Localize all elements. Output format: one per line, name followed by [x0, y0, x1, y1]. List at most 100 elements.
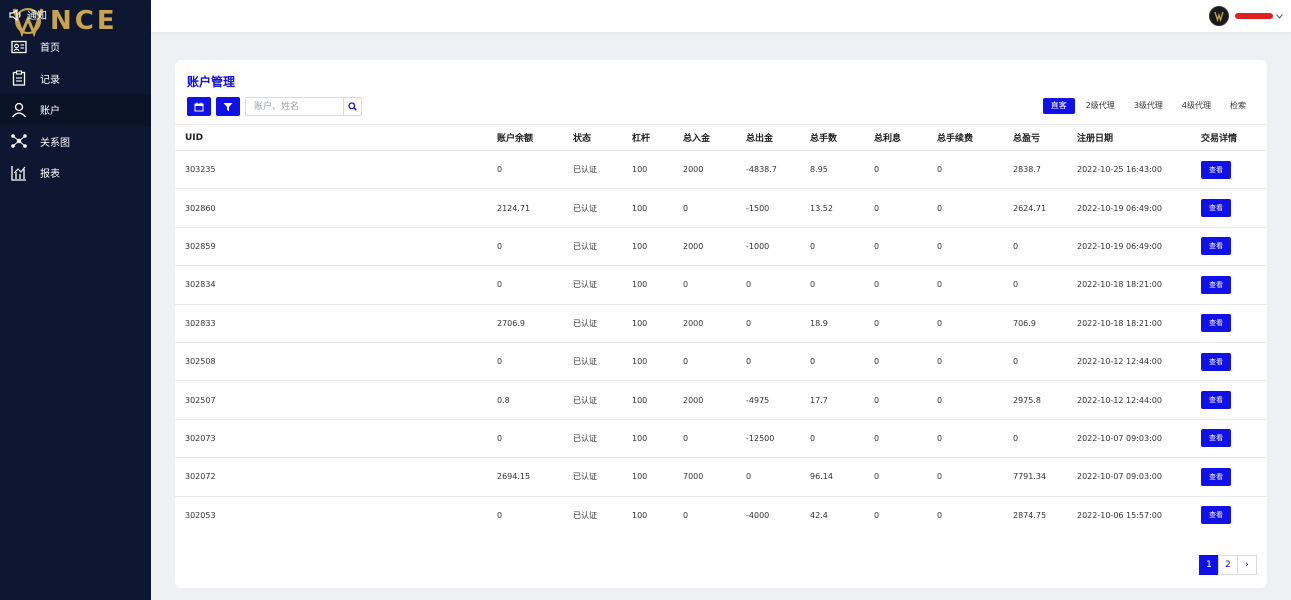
col-deposit: 2000: [683, 241, 704, 251]
calendar-button[interactable]: [187, 97, 211, 116]
header-col-balance: 账户余额: [497, 134, 534, 144]
col-interest: 0: [874, 318, 880, 328]
col-trade-detail: 查看: [1201, 381, 1231, 418]
search-icon: [348, 102, 357, 111]
col-fee: 0: [937, 203, 943, 213]
col-deposit: 7000: [683, 472, 704, 482]
col-lots: 42.4: [810, 510, 828, 520]
col-pnl: 706.9: [1013, 318, 1036, 328]
col-status: 已认证: [573, 280, 597, 290]
header-col-pnl: 总盈亏: [1013, 134, 1041, 144]
sidebar-item-relations[interactable]: 关系图: [0, 126, 151, 158]
col-withdrawal: -1000: [746, 241, 770, 251]
user-menu[interactable]: [1209, 6, 1283, 26]
sidebar-item-reports[interactable]: 报表: [0, 157, 151, 189]
col-balance: 2706.9: [497, 318, 525, 328]
col-balance: 0: [497, 357, 503, 367]
table-row: 302507 0.8 已认证 100 2000 -4975 17.7 0 0 2975.8 2022…: [175, 380, 1267, 418]
user-icon: [10, 101, 28, 119]
col-leverage: 100: [632, 203, 648, 213]
clipboard-icon: [10, 69, 28, 87]
table-row: 302072 2694.15 已认证 100 7000 0 96.14 0 0 7791.34 20…: [175, 457, 1267, 495]
view-details-button[interactable]: 查看: [1201, 314, 1231, 333]
col-deposit: 0: [683, 510, 689, 520]
filter-icon: [223, 102, 233, 111]
tab-search[interactable]: 检索: [1222, 98, 1254, 114]
sidebar-item-label: 首页: [40, 43, 60, 55]
col-interest: 0: [874, 395, 880, 405]
view-details-button[interactable]: 查看: [1201, 199, 1231, 218]
table-row: 303235 0 已认证 100 2000 -4838.7 8.95 0 0 2838.7 2022…: [175, 150, 1267, 188]
col-trade-detail: 查看: [1201, 497, 1231, 534]
top-header: [151, 0, 1291, 32]
col-trade-detail: 查看: [1201, 228, 1231, 265]
col-pnl: 7791.34: [1013, 472, 1047, 482]
col-trade-detail: 查看: [1201, 343, 1231, 380]
col-withdrawal: -12500: [746, 433, 775, 443]
header-col-trade-detail: 交易详情: [1201, 134, 1238, 144]
view-details-button[interactable]: 查看: [1201, 237, 1231, 256]
col-uid: 302053: [185, 510, 216, 520]
col-deposit: 0: [683, 433, 689, 443]
tab-direct-client[interactable]: 直客: [1042, 98, 1075, 114]
view-details-button[interactable]: 查看: [1201, 506, 1231, 525]
notice-button[interactable]: 通知: [9, 7, 47, 22]
chevron-down-icon: [1276, 13, 1283, 19]
next-page-button[interactable]: ›: [1237, 555, 1257, 575]
tab-level-2-agent[interactable]: 2级代理: [1078, 98, 1123, 114]
col-uid: 302860: [185, 203, 216, 213]
col-balance: 2694.15: [497, 472, 531, 482]
view-details-button[interactable]: 查看: [1201, 160, 1231, 179]
page-title: 账户管理: [187, 75, 236, 89]
calendar-icon: [194, 102, 204, 111]
toolbar: [187, 97, 362, 116]
search-input[interactable]: [246, 98, 343, 115]
search-button[interactable]: [343, 98, 361, 115]
col-withdrawal: -1500: [746, 203, 770, 213]
col-reg-date: 2022-10-07 09:03:00: [1077, 472, 1162, 482]
col-reg-date: 2022-10-06 15:57:00: [1077, 510, 1162, 520]
col-balance: 0.8: [497, 395, 510, 405]
view-details-button[interactable]: 查看: [1201, 467, 1231, 486]
col-fee: 0: [937, 165, 943, 175]
id-card-icon: [10, 38, 28, 56]
col-status: 已认证: [573, 433, 597, 443]
col-lots: 0: [810, 357, 816, 367]
table-row: 302860 2124.71 已认证 100 0 -1500 13.52 0 0 2624.71 2…: [175, 188, 1267, 226]
avatar: [1209, 6, 1229, 26]
col-uid: 302073: [185, 433, 216, 443]
view-details-button[interactable]: 查看: [1201, 275, 1231, 294]
filter-button[interactable]: [216, 97, 240, 116]
sidebar-item-home[interactable]: 首页: [0, 31, 151, 63]
col-lots: 0: [810, 280, 816, 290]
tab-level-3-agent[interactable]: 3级代理: [1126, 98, 1171, 114]
tab-level-4-agent[interactable]: 4级代理: [1174, 98, 1219, 114]
avatar-logo-icon: [1214, 11, 1224, 22]
col-balance: 0: [497, 241, 503, 251]
col-leverage: 100: [632, 318, 648, 328]
sidebar-item-records[interactable]: 记录: [0, 63, 151, 95]
col-lots: 13.52: [810, 203, 833, 213]
view-details-button[interactable]: 查看: [1201, 352, 1231, 371]
col-fee: 0: [937, 357, 943, 367]
page-2-button[interactable]: 2: [1218, 555, 1238, 575]
col-deposit: 2000: [683, 318, 704, 328]
col-uid: 303235: [185, 165, 216, 175]
col-status: 已认证: [573, 165, 597, 175]
sidebar-item-account[interactable]: 账户: [0, 94, 151, 126]
col-leverage: 100: [632, 395, 648, 405]
col-withdrawal: -4000: [746, 510, 770, 520]
view-details-button[interactable]: 查看: [1201, 429, 1231, 448]
page-1-button[interactable]: 1: [1199, 555, 1219, 575]
col-balance: 0: [497, 165, 503, 175]
col-deposit: 0: [683, 280, 689, 290]
col-fee: 0: [937, 472, 943, 482]
col-uid: 302072: [185, 472, 216, 482]
col-trade-detail: 查看: [1201, 189, 1231, 226]
col-reg-date: 2022-10-25 16:43:00: [1077, 165, 1162, 175]
col-fee: 0: [937, 241, 943, 251]
view-details-button[interactable]: 查看: [1201, 391, 1231, 410]
table-header-row: UID 账户余额 状态 杠杆 总入金 总出金 总手数 总利息 总手续费 总盈亏 注册日期 交易详情: [175, 124, 1267, 150]
sidebar-nav: 首页 记录 账户 关系图 报表: [0, 31, 151, 189]
col-trade-detail: 查看: [1201, 420, 1231, 457]
